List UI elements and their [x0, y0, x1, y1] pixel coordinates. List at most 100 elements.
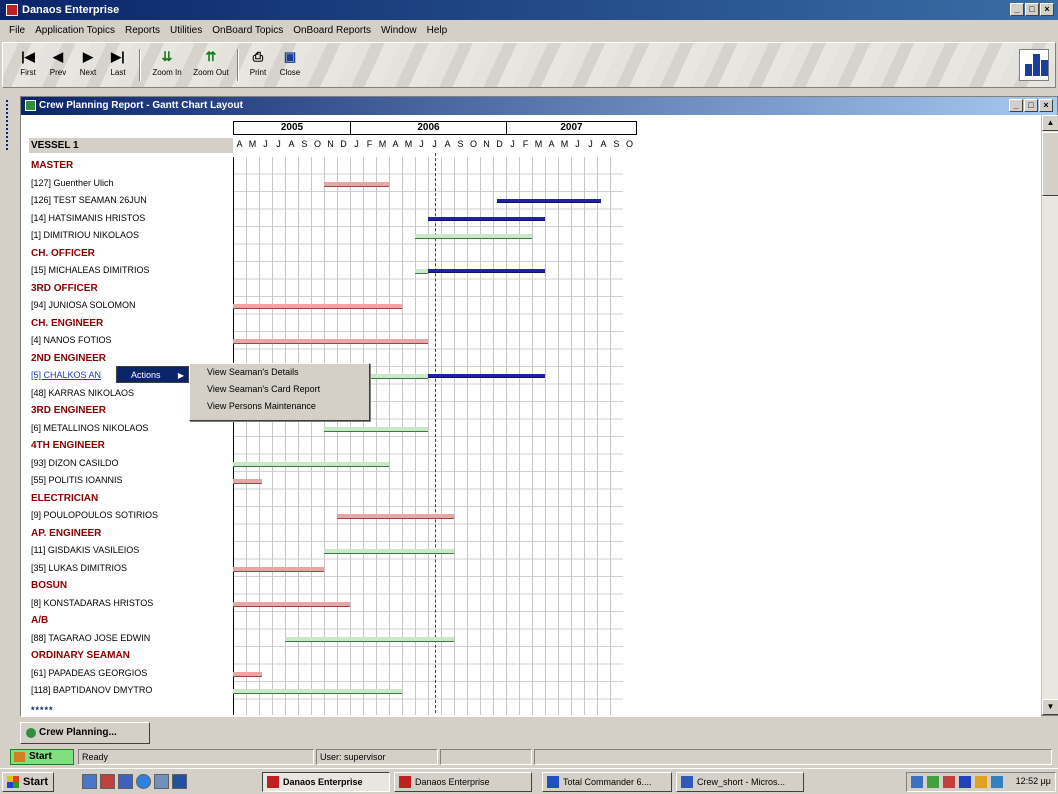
assignment-bar[interactable] [324, 549, 454, 554]
assignment-bar[interactable] [233, 304, 402, 309]
assignment-bar[interactable] [233, 689, 402, 694]
crew-member-row[interactable]: [35] LUKAS DIMITRIOS [31, 560, 127, 577]
crew-member-row[interactable]: [1] DIMITRIOU NIKOLAOS [31, 227, 139, 244]
next-button[interactable]: ▶ Next [73, 47, 103, 83]
crew-member-row[interactable]: [11] GISDAKIS VASILEIOS [31, 542, 139, 559]
crew-member-row[interactable]: [61] PAPADEAS GEORGIOS [31, 665, 147, 682]
crew-member-row[interactable]: [48] KARRAS NIKOLAOS [31, 385, 134, 402]
assignment-bar[interactable] [233, 566, 324, 572]
crew-member-row[interactable]: [6] METALLINOS NIKOLAOS [31, 420, 148, 437]
task-danaos-2[interactable]: Danaos Enterprise [394, 772, 532, 792]
assignment-bar[interactable] [233, 601, 350, 607]
assignment-bar[interactable] [363, 374, 428, 379]
crew-member-row[interactable]: [9] POULOPOULOS SOTIRIOS [31, 507, 158, 524]
assignment-bar[interactable] [496, 199, 601, 203]
child-maximize-button[interactable]: □ [1024, 99, 1038, 112]
assignment-bar[interactable] [415, 269, 428, 274]
crew-member-row[interactable]: [126] TEST SEAMAN 26JUN [31, 192, 147, 209]
view-seaman-details-item[interactable]: View Seaman's Details [190, 364, 369, 381]
tray-icon[interactable] [959, 776, 971, 788]
last-button[interactable]: ▶| Last [103, 47, 133, 83]
assignment-bar[interactable] [233, 461, 389, 467]
crew-member-row[interactable]: [127] Guenther Ulich [31, 175, 114, 192]
crew-member-row[interactable]: [8] KONSTADARAS HRISTOS [31, 595, 153, 612]
ie-icon[interactable] [136, 774, 151, 789]
app-title-bar[interactable]: Danaos Enterprise _ □ × [0, 0, 1058, 20]
rank-heading: 3RD OFFICER [31, 282, 98, 294]
task-total-commander[interactable]: Total Commander 6.... [542, 772, 672, 792]
crew-member-row[interactable]: [15] MICHALEAS DIMITRIOS [31, 262, 150, 279]
status-user: User: supervisor [316, 749, 438, 765]
task-word[interactable]: Crew_short - Micros... [676, 772, 804, 792]
assignment-bar[interactable] [285, 636, 454, 642]
crew-member-row[interactable]: [4] NANOS FOTIOS [31, 332, 112, 349]
crew-member-row[interactable]: [94] JUNIOSA SOLOMON [31, 297, 136, 314]
scroll-thumb[interactable] [1042, 132, 1058, 196]
month-label: O [625, 139, 633, 149]
close-report-button[interactable]: ▣ Close [275, 47, 305, 83]
app-logo [1019, 49, 1049, 81]
vessel-header: VESSEL 1 [29, 138, 233, 153]
assignment-bar[interactable] [428, 216, 545, 221]
menu-file[interactable]: File [4, 25, 30, 36]
prev-button[interactable]: ◀ Prev [43, 47, 73, 83]
maximize-button[interactable]: □ [1025, 3, 1039, 16]
assignment-bar[interactable] [233, 671, 262, 677]
assignment-bar[interactable] [324, 181, 389, 187]
month-label: M [404, 139, 413, 149]
menu-utilities[interactable]: Utilities [165, 25, 207, 36]
crew-member-row[interactable]: [118] BAPTIDANOV DMYTRO [31, 682, 152, 699]
app-icon[interactable] [100, 774, 115, 789]
child-minimize-button[interactable]: _ [1009, 99, 1023, 112]
crew-member-row[interactable]: [93] DIZON CASILDO [31, 455, 119, 472]
month-label: N [483, 139, 490, 149]
save-icon[interactable] [172, 774, 187, 789]
danaos-icon [267, 776, 279, 788]
tray-icon[interactable] [975, 776, 987, 788]
tray-icon[interactable] [911, 776, 923, 788]
quicklaunch-icon[interactable] [154, 774, 169, 789]
actions-menu-item[interactable]: Actions ▶ [116, 366, 189, 383]
assignment-bar[interactable] [233, 339, 428, 344]
view-persons-maintenance-item[interactable]: View Persons Maintenance [190, 398, 369, 415]
child-close-button[interactable]: × [1039, 99, 1053, 112]
assignment-bar[interactable] [324, 426, 428, 432]
tray-icon[interactable] [943, 776, 955, 788]
menu-window[interactable]: Window [376, 25, 422, 36]
tray-icon[interactable] [991, 776, 1003, 788]
vertical-scrollbar[interactable]: ▲ ▼ [1041, 115, 1058, 715]
menu-help[interactable]: Help [422, 25, 453, 36]
assignment-bar[interactable] [428, 374, 545, 378]
crew-member-row[interactable]: [88] TAGARAO JOSE EDWIN [31, 630, 150, 647]
start-button[interactable]: Start [2, 772, 54, 792]
tray-icon[interactable] [927, 776, 939, 788]
scroll-down-icon[interactable]: ▼ [1042, 699, 1058, 715]
menu-application-topics[interactable]: Application Topics [30, 25, 120, 36]
assignment-bar[interactable] [337, 514, 454, 519]
explorer-icon[interactable] [118, 774, 133, 789]
crew-member-row[interactable]: [5] CHALKOS AN [31, 367, 101, 384]
assignment-bar[interactable] [233, 479, 262, 484]
crew-member-row[interactable]: [14] HATSIMANIS HRISTOS [31, 210, 145, 227]
month-label: J [263, 139, 268, 149]
tab-crew-planning[interactable]: Crew Planning... [20, 722, 150, 744]
zoom-in-button[interactable]: ⇊ Zoom In [147, 47, 187, 83]
menu-onboard-reports[interactable]: OnBoard Reports [288, 25, 376, 36]
status-start-button[interactable]: Start [10, 749, 74, 765]
desktop-icon[interactable] [82, 774, 97, 789]
minimize-button[interactable]: _ [1010, 3, 1024, 16]
crew-member-row[interactable]: [55] POLITIS IOANNIS [31, 472, 123, 489]
scroll-up-icon[interactable]: ▲ [1042, 115, 1058, 131]
close-button[interactable]: × [1040, 3, 1054, 16]
crew-planning-window: Crew Planning Report - Gantt Chart Layou… [20, 96, 1058, 717]
print-button[interactable]: ⎙ Print [243, 47, 273, 83]
zoom-out-button[interactable]: ⇈ Zoom Out [189, 47, 233, 83]
assignment-bar[interactable] [415, 234, 532, 239]
assignment-bar[interactable] [428, 269, 545, 273]
task-danaos-1[interactable]: Danaos Enterprise [262, 772, 390, 792]
menu-reports[interactable]: Reports [120, 25, 165, 36]
menu-onboard-topics[interactable]: OnBoard Topics [207, 25, 288, 36]
child-title-bar[interactable]: Crew Planning Report - Gantt Chart Layou… [21, 97, 1057, 115]
view-seaman-card-report-item[interactable]: View Seaman's Card Report [190, 381, 369, 398]
first-button[interactable]: |◀ First [13, 47, 43, 83]
